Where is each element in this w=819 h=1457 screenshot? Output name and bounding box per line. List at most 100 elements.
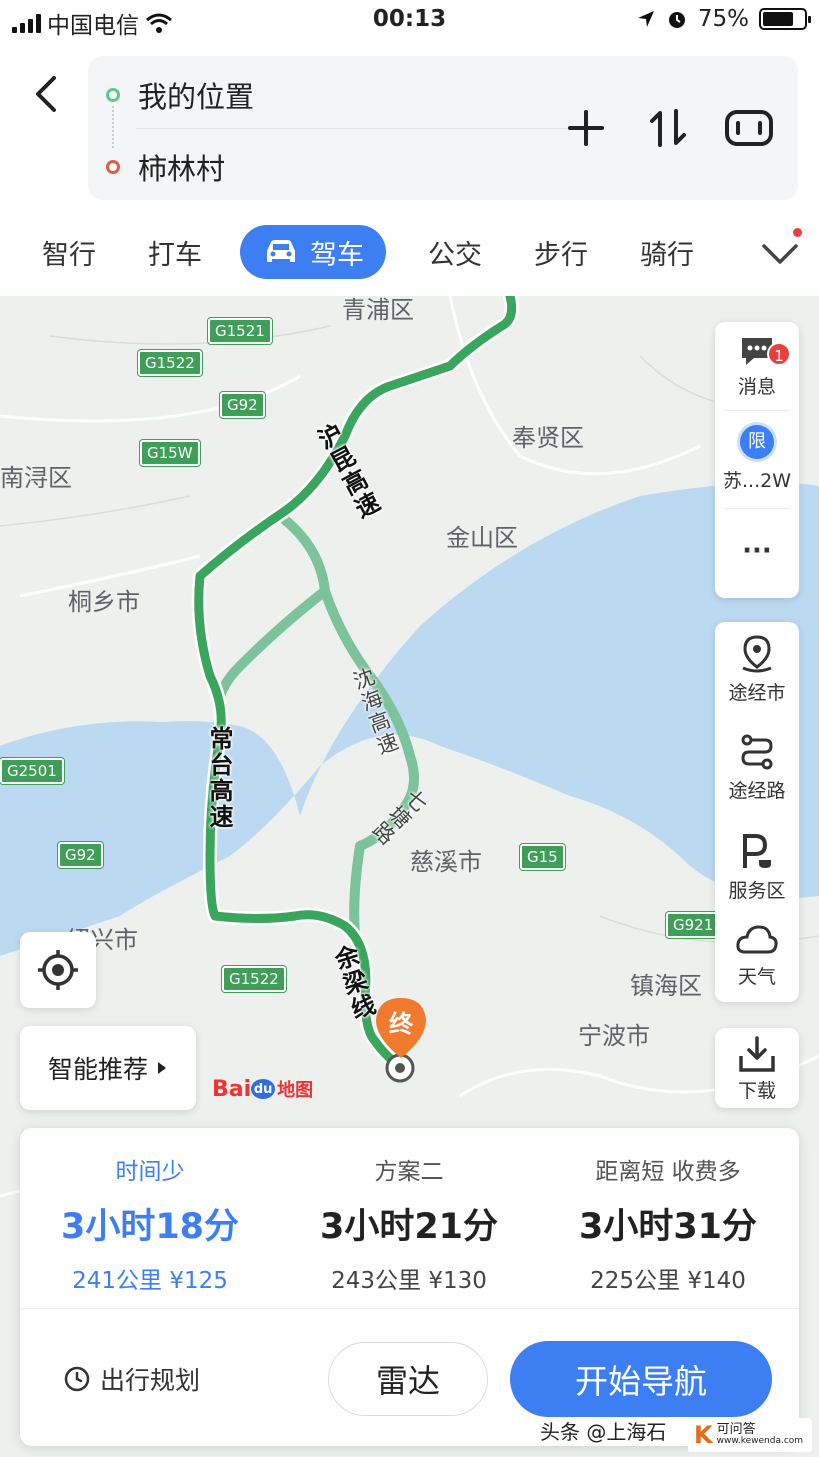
logo-ditu: 地图 bbox=[277, 1080, 314, 1101]
service-area-icon bbox=[743, 834, 771, 868]
route-divider bbox=[136, 128, 574, 129]
place-label: 镇海区 bbox=[630, 972, 702, 1000]
highway-shield: G15 bbox=[520, 844, 565, 870]
watermark-k-icon: K bbox=[694, 1421, 713, 1449]
highway-shield: G1522 bbox=[222, 966, 286, 992]
road-route-icon bbox=[741, 734, 773, 770]
triangle-right-icon bbox=[158, 1062, 166, 1074]
plan-label: 距离短 收费多 bbox=[595, 1159, 741, 1185]
vehicle-settings-button[interactable] bbox=[722, 102, 776, 154]
radar-button[interactable]: 雷达 bbox=[328, 1342, 488, 1416]
tab-walk[interactable]: 步行 bbox=[534, 228, 588, 276]
place-label: 奉贤区 bbox=[512, 424, 584, 452]
back-icon[interactable] bbox=[28, 72, 64, 116]
download-button[interactable]: 下载 bbox=[715, 1028, 799, 1108]
travel-mode-tabs: 智行 打车 驾车 公交 步行 骑行 bbox=[0, 218, 819, 286]
download-icon bbox=[739, 1036, 775, 1072]
license-plate-icon bbox=[725, 110, 773, 146]
place-label: 桐乡市 bbox=[68, 588, 140, 616]
via-city-label: 途经市 bbox=[728, 682, 786, 704]
tab-smart[interactable]: 智行 bbox=[42, 228, 96, 276]
alarm-icon bbox=[668, 12, 685, 28]
watermark-site: 可问答 bbox=[716, 1421, 756, 1437]
battery-icon bbox=[759, 8, 811, 30]
via-road-label: 途经路 bbox=[728, 780, 786, 802]
swap-icon bbox=[650, 109, 686, 147]
hangzhou-bay-water bbox=[0, 482, 819, 956]
swap-route-button[interactable] bbox=[644, 102, 692, 154]
traffic-limit-button[interactable]: 限 苏...2W bbox=[715, 422, 799, 493]
status-right: 75% bbox=[636, 6, 811, 32]
origin-dot-icon bbox=[106, 88, 120, 102]
weather-label: 天气 bbox=[737, 966, 776, 988]
plan-distance-toll: 225公里 ¥140 bbox=[590, 1268, 746, 1294]
cloud-icon bbox=[736, 925, 778, 954]
highway-shield: G1521 bbox=[208, 318, 272, 344]
via-road-button[interactable]: 途经路 bbox=[715, 732, 799, 803]
messages-button[interactable]: 消息 1 bbox=[715, 334, 799, 399]
logo-du: du bbox=[251, 1079, 276, 1099]
place-label: 南浔区 bbox=[0, 464, 72, 492]
origin-field[interactable]: 我的位置 bbox=[106, 74, 254, 116]
place-label: 慈溪市 bbox=[410, 848, 482, 876]
highway-shield: G92 bbox=[58, 842, 103, 868]
crosshair-icon bbox=[38, 950, 78, 990]
end-marker-text: 终 bbox=[389, 1010, 414, 1038]
route-plans-sheet: 时间少 3小时18分 241公里 ¥125 方案二 3小时21分 243公里 ¥… bbox=[20, 1128, 799, 1446]
locate-me-button[interactable] bbox=[20, 932, 96, 1008]
via-city-button[interactable]: 途经市 bbox=[715, 634, 799, 705]
plan-distance-toll: 241公里 ¥125 bbox=[72, 1268, 228, 1294]
status-bar: 中国电信 00:13 75% bbox=[0, 0, 819, 42]
limit-label: 苏...2W bbox=[723, 470, 791, 492]
origin-text: 我的位置 bbox=[138, 80, 255, 114]
plan-option-2[interactable]: 方案二 3小时21分 243公里 ¥130 bbox=[279, 1152, 539, 1295]
road-label: 常台高速 bbox=[205, 726, 233, 830]
download-label: 下载 bbox=[737, 1080, 776, 1102]
watermark-text: 头条 @上海石 bbox=[540, 1420, 667, 1444]
add-waypoint-button[interactable] bbox=[562, 102, 610, 154]
plus-icon bbox=[568, 110, 604, 146]
highway-shield: G15W bbox=[140, 440, 200, 466]
highway-shield: G2501 bbox=[0, 758, 64, 784]
highway-shield: G92 bbox=[220, 392, 265, 418]
smart-recommend-button[interactable]: 智能推荐 bbox=[20, 1026, 196, 1110]
tab-transit[interactable]: 公交 bbox=[428, 228, 482, 276]
weather-button[interactable]: 天气 bbox=[715, 922, 799, 989]
logo-bai: Bai bbox=[212, 1076, 252, 1102]
destination-text: 柿林村 bbox=[138, 152, 226, 186]
watermark-logo: K 可问答 www.kewenda.com bbox=[688, 1418, 812, 1452]
message-badge: 1 bbox=[767, 342, 791, 366]
service-area-button[interactable]: 服务区 bbox=[715, 832, 799, 903]
tab-drive[interactable]: 驾车 bbox=[240, 225, 386, 279]
location-arrow-icon bbox=[637, 11, 654, 27]
messages-label: 消息 bbox=[737, 376, 776, 398]
place-label: 宁波市 bbox=[578, 1022, 650, 1050]
tab-taxi[interactable]: 打车 bbox=[148, 228, 202, 276]
tab-cycle[interactable]: 骑行 bbox=[640, 228, 694, 276]
trip-plan-button[interactable]: 出行规划 bbox=[64, 1361, 200, 1397]
route-tools-panel: 途经市 途经路 服务区 天气 bbox=[715, 622, 799, 1002]
place-label: 金山区 bbox=[446, 524, 518, 552]
baidu-map-logo: Bai du 地图 bbox=[212, 1076, 313, 1102]
plan-duration: 3小时31分 bbox=[578, 1207, 758, 1247]
route-connector bbox=[112, 106, 114, 148]
destination-field[interactable]: 柿林村 bbox=[106, 146, 225, 188]
trip-plan-label: 出行规划 bbox=[100, 1366, 201, 1395]
destination-pin-icon: 终 bbox=[376, 998, 426, 1058]
chevron-down-icon[interactable] bbox=[760, 236, 800, 272]
plan-duration: 3小时18分 bbox=[60, 1207, 240, 1247]
plan-label: 方案二 bbox=[374, 1159, 444, 1185]
plan-option-1[interactable]: 时间少 3小时18分 241公里 ¥125 bbox=[20, 1152, 280, 1295]
tab-drive-label: 驾车 bbox=[310, 239, 364, 271]
destination-dot-icon bbox=[106, 160, 120, 174]
map-pin-icon bbox=[742, 635, 772, 673]
sheet-divider bbox=[20, 1308, 799, 1309]
clock-icon bbox=[64, 1366, 90, 1392]
plan-distance-toll: 243公里 ¥130 bbox=[331, 1268, 487, 1294]
start-navigation-button[interactable]: 开始导航 bbox=[510, 1341, 772, 1417]
plan-option-3[interactable]: 距离短 收费多 3小时31分 225公里 ¥140 bbox=[538, 1152, 798, 1295]
map-tools-panel: 消息 1 限 苏...2W ··· bbox=[715, 322, 799, 598]
more-tools-button[interactable]: ··· bbox=[715, 536, 799, 566]
highway-shield: G1522 bbox=[138, 350, 202, 376]
panel-divider bbox=[725, 508, 789, 509]
